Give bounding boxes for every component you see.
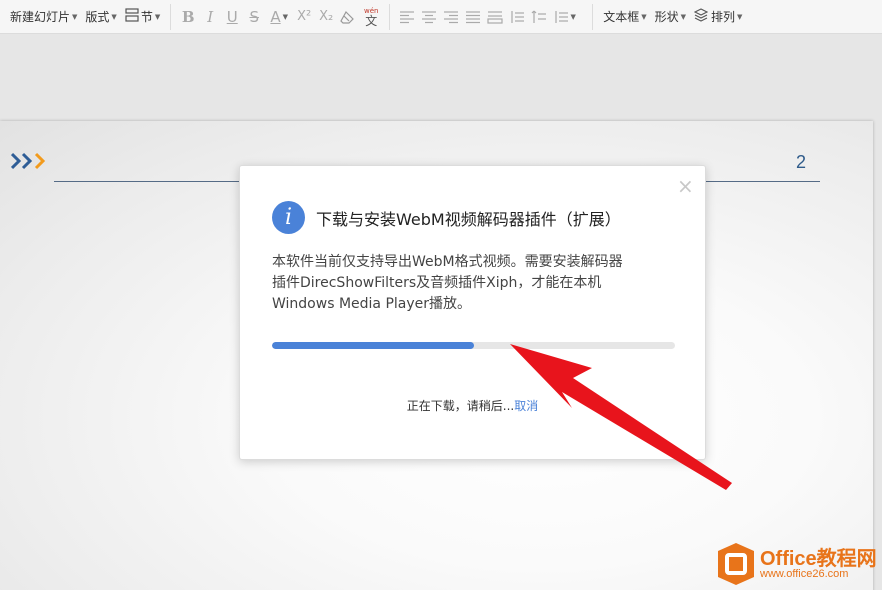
download-progress-bar	[272, 342, 675, 349]
paragraph-spacing-icon[interactable]	[528, 5, 550, 29]
chevron-down-icon: ▼	[154, 12, 161, 21]
phonetic-guide-icon[interactable]: wén 文	[359, 5, 383, 29]
new-slide-button[interactable]: 新建幻灯片 ▼	[6, 5, 81, 29]
download-status: 正在下载，请稍后...取消	[240, 397, 705, 414]
layers-icon	[693, 8, 709, 25]
chevron-down-icon: ▼	[111, 12, 117, 21]
chevron-down-icon: ▼	[570, 12, 576, 21]
chevrons-icon	[11, 152, 46, 170]
dialog-title: 下载与安装WebM视频解码器插件（扩展）	[316, 210, 621, 229]
phonetic-char-label: 文	[365, 13, 378, 28]
download-progress-fill	[272, 342, 474, 349]
watermark: Office教程网 www.office26.com	[716, 538, 882, 590]
dialog-message: 本软件当前仅支持导出WebM格式视频。需要安装解码器 插件DirecShowFi…	[272, 254, 623, 312]
align-left-icon[interactable]	[396, 5, 418, 29]
section-icon	[125, 8, 139, 25]
bold-icon[interactable]: B	[177, 5, 199, 29]
indent-icon[interactable]: ▼	[550, 5, 578, 29]
office-logo-icon	[718, 543, 754, 585]
textbox-label: 文本框	[603, 10, 640, 24]
close-icon[interactable]: ×	[677, 176, 694, 196]
cancel-link[interactable]: 取消	[514, 399, 538, 413]
chevron-down-icon: ▼	[641, 12, 647, 21]
distribute-icon[interactable]	[484, 5, 506, 29]
toolbar-divider	[389, 3, 391, 30]
chevron-down-icon: ▼	[737, 12, 743, 21]
align-center-icon[interactable]	[418, 5, 440, 29]
chevron-down-icon: ▼	[72, 12, 78, 21]
subscript-icon[interactable]: X₂	[315, 5, 337, 29]
underline-icon[interactable]: U	[221, 5, 243, 29]
watermark-url: www.office26.com	[760, 568, 849, 580]
section-button[interactable]: 节 ▼	[121, 5, 164, 29]
shape-label: 形状	[654, 10, 679, 24]
download-status-text: 正在下载，请稍后...	[406, 399, 515, 413]
justify-icon[interactable]	[462, 5, 484, 29]
watermark-name: Office教程网	[760, 548, 877, 570]
subscript-label: X₂	[319, 9, 334, 24]
chevron-down-icon: ▼	[680, 12, 687, 21]
align-right-icon[interactable]	[440, 5, 462, 29]
font-color-label: A	[270, 7, 281, 26]
toolbar-divider	[170, 3, 172, 30]
layout-label: 版式	[85, 10, 110, 24]
line-spacing-icon[interactable]	[506, 5, 528, 29]
chevron-down-icon: ▼	[282, 12, 289, 21]
arrange-button[interactable]: 排列 ▼	[690, 5, 746, 29]
strikethrough-icon[interactable]: S	[243, 5, 265, 29]
toolbar-divider	[592, 3, 594, 30]
shape-button[interactable]: 形状 ▼	[651, 5, 690, 29]
slide-page-number: 2	[796, 152, 807, 172]
layout-button[interactable]: 版式 ▼	[81, 5, 120, 29]
install-dialog: × i 下载与安装WebM视频解码器插件（扩展） 本软件当前仅支持导出WebM格…	[239, 165, 706, 460]
ribbon-toolbar: 新建幻灯片▼ 版式▼ 节▼ B I U S A▼ X² X₂ wén 文	[0, 0, 882, 34]
section-label: 节	[140, 10, 153, 24]
superscript-icon[interactable]: X²	[293, 5, 315, 29]
arrange-label: 排列	[711, 10, 736, 24]
info-icon: i	[272, 201, 305, 234]
italic-icon[interactable]: I	[199, 5, 221, 29]
textbox-button[interactable]: 文本框 ▼	[599, 5, 650, 29]
eraser-icon[interactable]	[337, 5, 359, 29]
font-color-icon[interactable]: A ▼	[265, 5, 293, 29]
superscript-label: X²	[297, 9, 312, 24]
new-slide-label: 新建幻灯片	[10, 10, 71, 24]
